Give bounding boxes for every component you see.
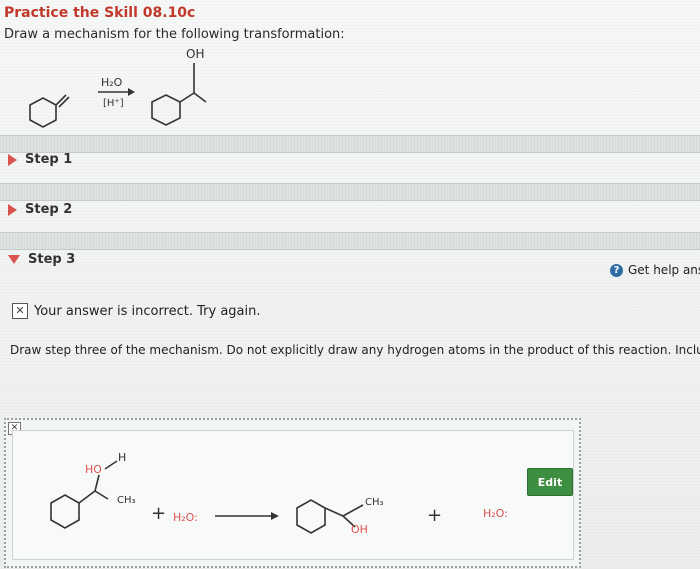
answer-bond bbox=[104, 460, 118, 470]
answer-bond bbox=[94, 474, 100, 492]
get-help-link[interactable]: ? Get help answ bbox=[610, 263, 700, 277]
incorrect-x-icon: ✕ bbox=[12, 303, 28, 319]
product-oh-label: OH bbox=[186, 47, 204, 61]
answer-canvas: HO H CH₃ + H₂O: CH₃ OH + H₂O: bbox=[12, 430, 574, 560]
reaction-arrowhead bbox=[128, 88, 135, 96]
help-icon: ? bbox=[610, 263, 623, 277]
reactant-bond bbox=[55, 94, 67, 106]
expand-arrow-icon bbox=[8, 203, 17, 216]
collapse-arrow-icon bbox=[8, 255, 20, 264]
answer-water-right: H₂O: bbox=[483, 507, 508, 520]
reactant-double-bond bbox=[58, 96, 70, 108]
incorrect-feedback: ✕ Your answer is incorrect. Try again. bbox=[12, 303, 261, 319]
answer-plus-1: + bbox=[151, 503, 166, 524]
answer-ho-label: HO bbox=[85, 463, 102, 476]
problem-card: Practice the Skill 08.10c Draw a mechani… bbox=[0, 0, 700, 569]
reactant-ring bbox=[29, 97, 57, 128]
answer-bond bbox=[324, 507, 344, 517]
answer-structure: HO H CH₃ + H₂O: CH₃ OH + H₂O: bbox=[50, 451, 508, 536]
answer-oh-right: OH bbox=[351, 523, 368, 536]
answer-h-label: H bbox=[118, 451, 126, 464]
incorrect-text: Your answer is incorrect. Try again. bbox=[34, 303, 261, 319]
step-3-label: Step 3 bbox=[28, 252, 76, 267]
product-bond-1 bbox=[179, 92, 195, 103]
answer-bond bbox=[78, 490, 96, 504]
step-2-toggle[interactable]: Step 2 bbox=[8, 202, 72, 217]
step-prompt: Draw step three of the mechanism. Do not… bbox=[10, 343, 700, 357]
answer-ch3-left: CH₃ bbox=[117, 495, 136, 506]
answer-left-ring bbox=[50, 494, 80, 529]
separator bbox=[0, 183, 700, 201]
step-1-label: Step 1 bbox=[25, 152, 73, 167]
expand-arrow-icon bbox=[8, 153, 17, 166]
reaction-scheme: H₂O [H⁺] OH bbox=[29, 47, 207, 128]
answer-water-left: H₂O: bbox=[173, 511, 198, 524]
edit-button[interactable]: Edit bbox=[527, 468, 573, 496]
answer-ch3-right: CH₃ bbox=[365, 497, 384, 508]
step-3-toggle[interactable]: Step 3 bbox=[8, 252, 75, 267]
get-help-label: Get help answ bbox=[628, 263, 700, 277]
product-ring bbox=[151, 94, 181, 126]
answer-bond bbox=[342, 504, 364, 517]
product-bond-2 bbox=[193, 92, 207, 103]
answer-plus-2: + bbox=[427, 505, 442, 526]
step-2-label: Step 2 bbox=[25, 202, 73, 217]
page-title: Practice the Skill 08.10c bbox=[4, 5, 196, 21]
answer-arrowhead bbox=[271, 512, 279, 520]
separator bbox=[0, 135, 700, 153]
answer-drawing-area[interactable]: ✕ HO H CH₃ + H₂O: CH₃ OH + H₂O: bbox=[4, 418, 581, 568]
step-1-toggle[interactable]: Step 1 bbox=[8, 152, 72, 167]
reagent-top: H₂O bbox=[101, 76, 123, 89]
separator bbox=[0, 232, 700, 250]
answer-right-ring bbox=[296, 499, 326, 534]
answer-bond bbox=[94, 490, 109, 500]
reagent-bottom: [H⁺] bbox=[103, 98, 124, 109]
